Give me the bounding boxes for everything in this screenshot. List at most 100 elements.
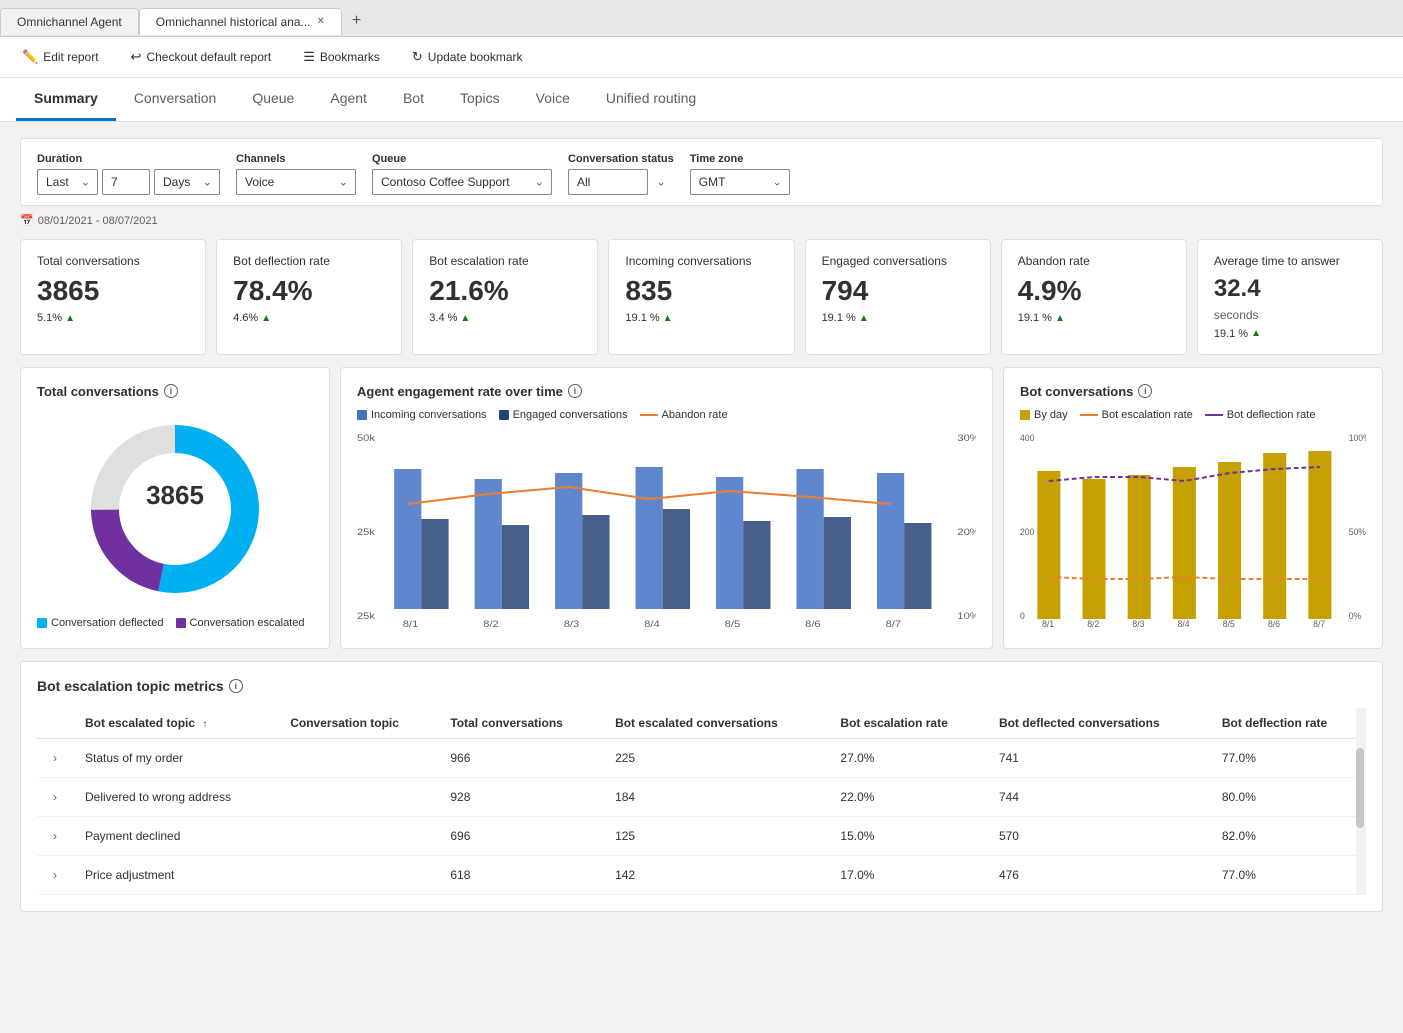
tab-bot[interactable]: Bot	[385, 78, 442, 121]
filters-row: Duration Last Days Channels Voi	[20, 138, 1383, 206]
col-header-text: Bot deflection rate	[1222, 716, 1327, 730]
update-bookmark-button[interactable]: ↻ Update bookmark	[406, 45, 529, 69]
legend-label: Engaged conversations	[513, 409, 628, 421]
kpi-value: 3865	[37, 276, 189, 307]
browser-tab-historical[interactable]: Omnichannel historical ana... ✕	[139, 8, 342, 35]
expand-button[interactable]: ›	[49, 827, 61, 845]
agent-engagement-chart: Agent engagement rate over time i Incomi…	[340, 367, 993, 649]
kpi-change: 19.1 % ▲	[1018, 312, 1170, 324]
tab-queue[interactable]: Queue	[234, 78, 312, 121]
kpi-change-value: 19.1 %	[1018, 312, 1052, 324]
sort-icon: ↑	[202, 719, 207, 730]
cell-esc-rate: 17.0%	[828, 855, 987, 894]
calendar-icon: 📅	[20, 214, 34, 227]
col-bot-deflected-conversations[interactable]: Bot deflected conversations	[987, 708, 1210, 739]
add-tab-button[interactable]: +	[342, 6, 371, 36]
col-bot-deflection-rate[interactable]: Bot deflection rate	[1210, 708, 1366, 739]
scrollbar-track[interactable]	[1356, 708, 1366, 895]
svg-text:8/1: 8/1	[1042, 619, 1054, 629]
bot-conversations-svg: 400 200 0 100% 50% 0%	[1020, 429, 1366, 629]
kpi-value: 21.6%	[429, 276, 581, 307]
svg-text:25k: 25k	[357, 528, 376, 538]
expand-cell[interactable]: ›	[37, 738, 73, 777]
bookmarks-icon: ☰	[303, 49, 315, 65]
charts-row: Total conversations i 3865 Conversation	[20, 367, 1383, 649]
channels-select[interactable]: Voice	[236, 169, 356, 195]
cell-total: 966	[438, 738, 603, 777]
bot-escalation-table-section: Bot escalation topic metrics i Bot escal…	[20, 661, 1383, 912]
bookmarks-button[interactable]: ☰ Bookmarks	[297, 45, 386, 69]
table-title: Bot escalation topic metrics i	[37, 678, 1366, 694]
info-icon[interactable]: i	[229, 679, 243, 693]
cell-defl-rate: 80.0%	[1210, 777, 1366, 816]
browser-tab-agent[interactable]: Omnichannel Agent	[0, 8, 139, 35]
chart-title-text: Bot conversations	[1020, 384, 1133, 399]
svg-text:25k: 25k	[357, 612, 376, 622]
col-total-conversations[interactable]: Total conversations	[438, 708, 603, 739]
cell-defl-rate: 77.0%	[1210, 738, 1366, 777]
queue-select[interactable]: Contoso Coffee Support	[372, 169, 552, 195]
tab-conversation[interactable]: Conversation	[116, 78, 235, 121]
table-row: › Delivered to wrong address 928 184 22.…	[37, 777, 1366, 816]
trend-up-icon: ▲	[859, 313, 869, 324]
duration-value-input[interactable]	[102, 169, 150, 195]
trend-up-icon: ▲	[65, 313, 75, 324]
status-select[interactable]: All	[568, 169, 648, 195]
legend-color	[499, 410, 509, 420]
tab-agent[interactable]: Agent	[312, 78, 385, 121]
trend-up-icon: ▲	[460, 313, 470, 324]
scrollbar-thumb[interactable]	[1356, 748, 1364, 828]
kpi-change-value: 19.1 %	[822, 312, 856, 324]
expand-button[interactable]: ›	[49, 788, 61, 806]
tab-voice[interactable]: Voice	[518, 78, 588, 121]
svg-text:8/7: 8/7	[886, 620, 902, 629]
kpi-row: Total conversations 3865 5.1% ▲ Bot defl…	[20, 239, 1383, 355]
cell-total: 928	[438, 777, 603, 816]
table-wrapper: Bot escalated topic ↑ Conversation topic…	[37, 708, 1366, 895]
expand-cell[interactable]: ›	[37, 816, 73, 855]
cell-topic: Delivered to wrong address	[73, 777, 278, 816]
expand-button[interactable]: ›	[49, 749, 61, 767]
duration-unit-select[interactable]: Days	[154, 169, 220, 195]
tab-topics[interactable]: Topics	[442, 78, 518, 121]
col-conversation-topic[interactable]: Conversation topic	[278, 708, 438, 739]
svg-text:8/5: 8/5	[725, 620, 741, 629]
kpi-value: 32.4	[1214, 276, 1366, 302]
browser-tabs-bar: Omnichannel Agent Omnichannel historical…	[0, 0, 1403, 37]
kpi-sub: seconds	[1214, 308, 1366, 322]
svg-text:50k: 50k	[357, 434, 376, 444]
legend-incoming: Incoming conversations	[357, 409, 487, 421]
checkout-default-button[interactable]: ↩ Checkout default report	[125, 45, 278, 69]
tab-unified-routing[interactable]: Unified routing	[588, 78, 714, 121]
col-bot-escalated-topic[interactable]: Bot escalated topic ↑	[73, 708, 278, 739]
info-icon[interactable]: i	[1138, 384, 1152, 398]
table-row: › Payment declined 696 125 15.0% 570 82.…	[37, 816, 1366, 855]
expand-cell[interactable]: ›	[37, 855, 73, 894]
svg-text:8/2: 8/2	[483, 620, 499, 629]
col-bot-escalation-rate[interactable]: Bot escalation rate	[828, 708, 987, 739]
duration-prefix-select[interactable]: Last	[37, 169, 98, 195]
table-row: › Price adjustment 618 142 17.0% 476 77.…	[37, 855, 1366, 894]
nav-tabs: Summary Conversation Queue Agent Bot Top…	[0, 78, 1403, 122]
kpi-title: Bot escalation rate	[429, 254, 581, 270]
info-icon[interactable]: i	[164, 384, 178, 398]
expand-cell[interactable]: ›	[37, 777, 73, 816]
kpi-change: 3.4 % ▲	[429, 312, 581, 324]
cell-deflected: 476	[987, 855, 1210, 894]
close-tab-icon[interactable]: ✕	[317, 16, 325, 27]
cell-conv-topic	[278, 855, 438, 894]
info-icon[interactable]: i	[568, 384, 582, 398]
edit-report-button[interactable]: ✏️ Edit report	[16, 45, 105, 69]
svg-text:8/4: 8/4	[644, 620, 660, 629]
expand-button[interactable]: ›	[49, 866, 61, 884]
cell-topic: Price adjustment	[73, 855, 278, 894]
kpi-incoming-conversations: Incoming conversations 835 19.1 % ▲	[608, 239, 794, 355]
col-bot-escalated-conversations[interactable]: Bot escalated conversations	[603, 708, 828, 739]
chart-title-text: Agent engagement rate over time	[357, 384, 563, 399]
donut-legend: Conversation deflected Conversation esca…	[37, 617, 313, 629]
tab-summary[interactable]: Summary	[16, 78, 116, 121]
kpi-value: 78.4%	[233, 276, 385, 307]
cell-conv-topic	[278, 777, 438, 816]
timezone-select[interactable]: GMT	[690, 169, 790, 195]
svg-text:8/6: 8/6	[805, 620, 821, 629]
